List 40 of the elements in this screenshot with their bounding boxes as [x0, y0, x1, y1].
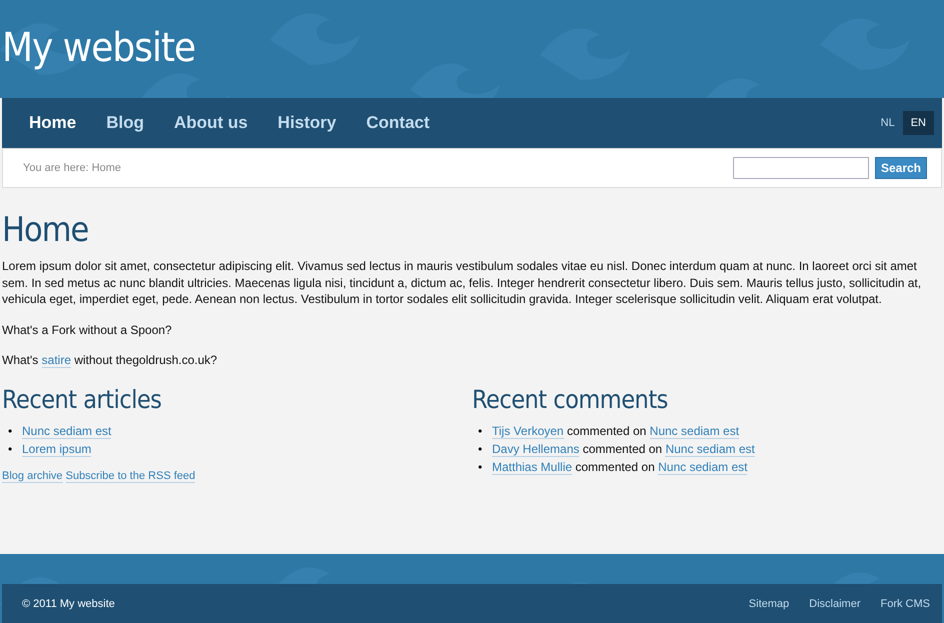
- nav-link[interactable]: History: [262, 113, 352, 133]
- comment-text: commented on: [582, 442, 662, 456]
- bullet: •: [478, 422, 484, 440]
- comment-text: commented on: [575, 460, 655, 474]
- author-link[interactable]: Tijs Verkoyen: [492, 424, 564, 438]
- paragraph: What's satire without thegoldrush.co.uk?: [2, 352, 218, 368]
- paragraph: Lorem ipsum dolor sit amet, consectetur adipiscing elit. Vivamus sed lectus in mauris vestibulum sodales vitae eu nisl. Donec interdum quam at nunc. In laoreet orci sit amet sem. In sed metus ac nunc blandit ultricies. Maecenas ligula nisi, tincidunt a, dictum ac, felis. Integer hendrerit consectetur libero. Duis sem. Mauris tellus justo, sollicitudin at, vehicula eget, imperdiet eget, pede. Aenean non lectus. Vestibulum in tortor sodales elit sollicitudin gravida. Integer scelerisque sollicitudin velit. Aliquam erat volutpat.: [2, 258, 922, 308]
- search-field[interactable]: [732, 157, 869, 179]
- footer-link[interactable]: Fork CMS: [880, 598, 930, 610]
- footer-link[interactable]: Sitemap: [748, 598, 790, 610]
- section-heading: Recent articles: [2, 384, 163, 414]
- section-heading: Recent comments: [472, 384, 669, 414]
- bullet: •: [8, 440, 14, 458]
- article-link[interactable]: Nunc sediam est: [665, 442, 755, 456]
- breadcrumb: You are here: Home: [23, 162, 122, 174]
- nav-link[interactable]: About us: [159, 113, 263, 133]
- article-link[interactable]: Nunc sediam est: [22, 424, 112, 438]
- bullet: •: [8, 422, 14, 440]
- footer-link[interactable]: Disclaimer: [809, 598, 860, 610]
- author-link[interactable]: Matthias Mullie: [492, 460, 572, 474]
- article-link[interactable]: Nunc sediam est: [658, 460, 748, 474]
- site-title: My website: [2, 26, 196, 70]
- copyright: © 2011 My website: [22, 598, 115, 610]
- link[interactable]: Blog archive: [2, 470, 63, 482]
- nav-link[interactable]: Blog: [91, 113, 160, 133]
- bullet: •: [478, 440, 484, 458]
- article-link[interactable]: Lorem ipsum: [22, 442, 92, 456]
- article-link[interactable]: Nunc sediam est: [650, 424, 740, 438]
- bullet: •: [478, 458, 484, 476]
- search-button[interactable]: Search: [874, 157, 927, 179]
- link[interactable]: Subscribe to the RSS feed: [66, 470, 196, 482]
- nav-link[interactable]: Contact: [351, 113, 445, 133]
- author-link[interactable]: Davy Hellemans: [492, 442, 580, 456]
- language-link[interactable]: EN: [902, 111, 934, 135]
- nav-link[interactable]: Home: [14, 113, 92, 133]
- page-title: Home: [2, 210, 90, 250]
- link[interactable]: satire: [42, 353, 71, 368]
- comment-text: commented on: [566, 424, 646, 438]
- paragraph: What's a Fork without a Spoon?: [2, 322, 173, 338]
- language-link[interactable]: NL: [872, 111, 903, 135]
